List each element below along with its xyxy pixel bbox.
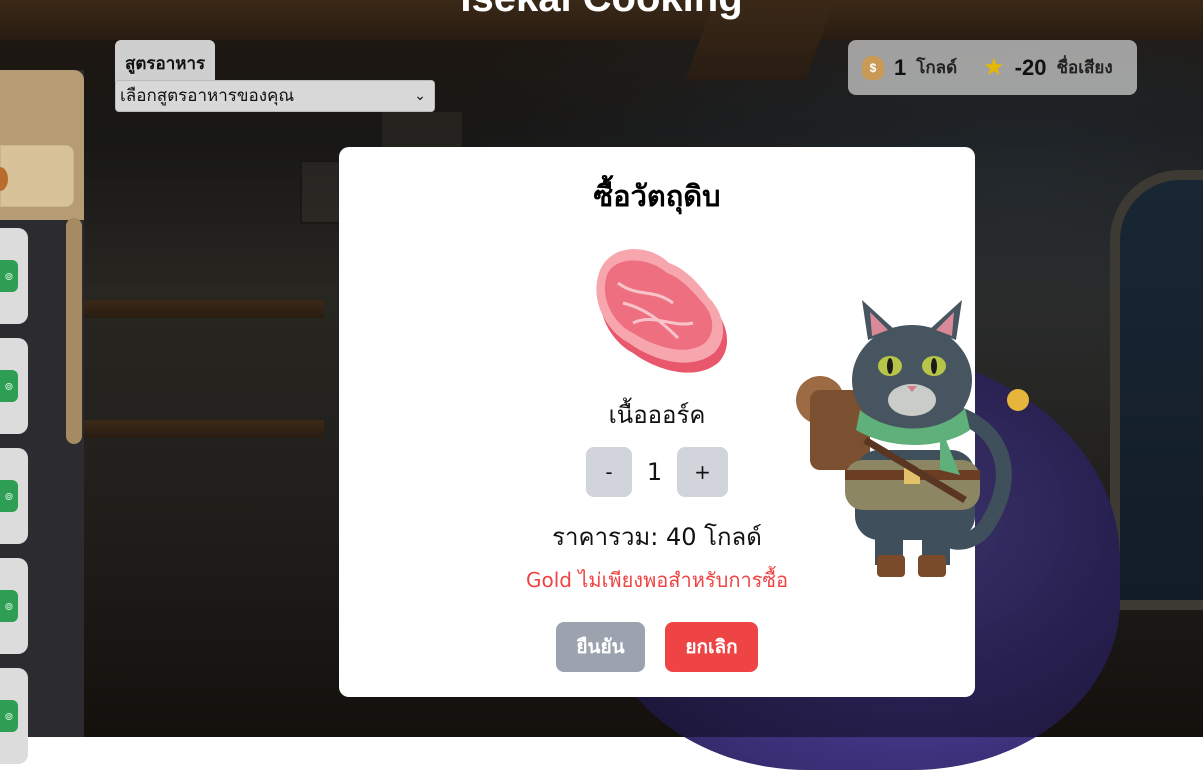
reputation-value: -20 bbox=[1014, 54, 1047, 80]
buy-button[interactable]: ๏ bbox=[0, 590, 18, 622]
quantity-value: 1 bbox=[646, 458, 663, 486]
ingredient-card[interactable]: ๏ bbox=[0, 448, 28, 544]
stats-bar: $ 1 โกลด์ ★ -20 ชื่อเสียง bbox=[848, 40, 1137, 95]
ingredient-sidebar: ๏ ๏ ๏ ๏ ๏ bbox=[0, 70, 84, 764]
cancel-button[interactable]: ยกเลิก bbox=[665, 622, 758, 672]
dialog-title: ซื้อวัตถุดิบ bbox=[593, 179, 721, 213]
recipe-label: สูตรอาหาร bbox=[115, 40, 216, 83]
buy-button[interactable]: ๏ bbox=[0, 260, 18, 292]
sidebar-scrollbar[interactable] bbox=[66, 218, 82, 444]
chevron-down-icon: ⌄ bbox=[414, 88, 426, 104]
money-bag-icon: $ bbox=[862, 55, 884, 80]
quantity-stepper: - 1 + bbox=[586, 447, 728, 497]
ingredient-card[interactable]: ๏ bbox=[0, 228, 28, 324]
cat-merchant-character bbox=[796, 300, 1029, 577]
sidebar-header-card bbox=[0, 145, 74, 207]
increase-quantity-button[interactable]: + bbox=[677, 447, 728, 497]
recipe-select[interactable]: เลือกสูตรอาหารของคุณ ⌄ bbox=[115, 80, 435, 112]
ingredient-card[interactable]: ๏ bbox=[0, 338, 28, 434]
confirm-button[interactable]: ยืนยัน bbox=[556, 622, 645, 672]
buy-button[interactable]: ๏ bbox=[0, 480, 18, 512]
buy-button[interactable]: ๏ bbox=[0, 700, 18, 732]
star-icon: ★ bbox=[983, 54, 1005, 81]
meat-steak-icon bbox=[596, 249, 728, 373]
ingredient-card[interactable]: ๏ bbox=[0, 668, 28, 764]
gold-unit: โกลด์ bbox=[916, 58, 958, 77]
recipe-selector: สูตรอาหาร เลือกสูตรอาหารของคุณ ⌄ bbox=[115, 40, 435, 112]
gold-value: 1 bbox=[894, 54, 907, 80]
reputation-unit: ชื่อเสียง bbox=[1056, 58, 1113, 77]
ingredient-card[interactable]: ๏ bbox=[0, 558, 28, 654]
buy-button[interactable]: ๏ bbox=[0, 370, 18, 402]
recipe-select-value: เลือกสูตรอาหารของคุณ bbox=[120, 86, 295, 106]
decrease-quantity-button[interactable]: - bbox=[586, 447, 632, 497]
game-title: Isekai Cooking bbox=[0, 0, 1203, 21]
